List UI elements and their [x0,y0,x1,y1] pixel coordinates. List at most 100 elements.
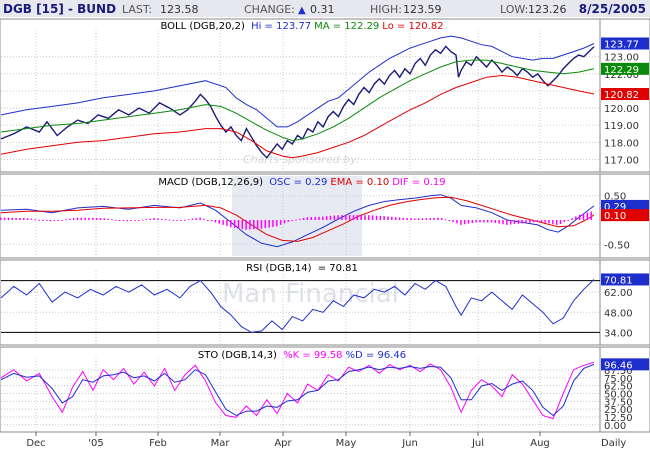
macd-histogram-bar [414,218,416,220]
x-axis-label: Dec [26,438,45,449]
macd-histogram-bar [509,220,512,225]
macd-value-tag-label: 0.10 [604,211,626,222]
macd-histogram-bar [322,216,324,220]
macd-histogram-bar [391,216,393,220]
macd-histogram-bar [230,220,232,228]
macd-histogram-bar [256,220,259,229]
macd-histogram-bar [364,215,366,220]
macd-ytick-label: -0.50 [604,240,630,251]
macd-histogram-bar [226,220,228,227]
macd-histogram-bar [555,220,558,226]
macd-histogram-bar [567,220,569,221]
change-value: 0.31 [310,3,335,16]
x-axis-period-label: Daily [601,438,626,449]
macd-histogram-bar [532,220,535,223]
macd-histogram-bar [203,218,205,220]
x-axis-label: Mar [211,438,231,449]
macd-histogram-bar [141,219,144,221]
x-axis-label: Jul [471,438,484,449]
macd-histogram-bar [310,216,313,220]
macd-histogram-bar [57,220,60,221]
macd-histogram-bar [260,220,263,229]
rsi-legend-entry: = 70.81 [318,263,358,274]
macd-histogram-bar [486,220,489,223]
price-panel-border [0,18,650,173]
macd-histogram-bar [276,220,278,227]
macd-histogram-bar [153,218,155,220]
macd-histogram-bar [38,219,40,221]
macd-histogram-bar [379,215,382,220]
macd-histogram-bar [425,218,428,220]
x-axis-label: Apr [274,438,292,449]
macd-histogram-bar [398,217,401,220]
macd-histogram-bar [575,216,577,220]
macd-histogram-bar [544,220,546,223]
macd-histogram-bar [245,220,247,230]
macd-histogram-bar [65,219,67,221]
macd-histogram-bar [460,220,462,225]
macd-histogram-bar [490,220,493,223]
price-title-line: BOLL (DGB,20,2) Hi = 123.77 MA = 122.29 Lo… [160,21,443,32]
sto-title: STO (DGB,14,3) [198,350,280,361]
macd-histogram-bar [325,216,328,220]
macd-histogram-bar [302,217,305,220]
macd-histogram-bar [122,220,125,221]
macd-histogram-bar [126,220,129,222]
macd-histogram-bar [145,219,148,221]
price-value-tag-label: 123.77 [604,40,639,51]
macd-histogram-bar [222,220,224,225]
macd-histogram-bar [3,217,6,220]
rsi-value-tag-label: 70.81 [604,275,633,286]
macd-histogram-bar [548,220,550,224]
macd-histogram-bar [253,220,255,230]
x-axis: Dec '05 Feb Mar Apr May Jun Jul Aug Daily [0,431,650,449]
macd-histogram-bar [582,213,585,220]
macd-histogram-bar [130,220,132,222]
macd-histogram-bar [337,215,339,220]
macd-histogram-bar [287,220,290,222]
macd-title: MACD (DGB,12,26,9) [158,177,266,188]
macd-histogram-bar [329,215,332,220]
watermark-logo-text: Man Financial [222,279,399,309]
low-label: LOW: [500,3,528,16]
macd-histogram-bar [387,216,389,220]
macd-histogram-bar [502,220,504,225]
macd-histogram-bar [180,220,182,221]
macd-histogram-bar [417,218,420,220]
price-value-tag-label: 120.82 [604,90,639,101]
macd-histogram-bar [559,220,562,225]
macd-histogram-bar [590,211,592,220]
rsi-title-line: RSI (DGB,14) = 70.81 [246,263,358,274]
macd-histogram-bar [345,215,347,220]
macd-histogram-bar [494,220,497,224]
rsi-ytick-label: 48.00 [604,308,633,319]
macd-histogram-bar [440,217,443,220]
last-label: LAST: [122,3,152,16]
price-title: BOLL (DGB,20,2) [160,21,248,32]
price-value-tag-label: 122.29 [604,65,639,76]
macd-histogram-bar [199,217,201,220]
macd-histogram-bar [46,220,48,221]
macd-histogram-bar [134,220,136,221]
high-value: 123.59 [403,3,442,16]
macd-histogram-bar [249,220,251,230]
macd-histogram-bar [456,220,458,224]
macd-histogram-bar [149,218,152,220]
macd-histogram-bar [115,219,117,221]
macd-histogram-bar [118,220,121,221]
macd-histogram-bar [172,219,175,221]
sto-legend-entry: %K = 99.58 [283,350,342,361]
macd-histogram-bar [176,220,178,221]
x-axis-label: Jun [401,438,418,449]
macd-legend-entry: EMA = 0.10 [330,177,389,188]
macd-histogram-bar [471,220,474,224]
macd-histogram-bar [521,220,523,224]
low-value: 123.26 [528,3,567,16]
macd-histogram-bar [299,218,301,220]
macd-histogram-bar [306,217,309,220]
macd-histogram-bar [410,218,412,220]
macd-histogram-bar [586,212,589,220]
macd-histogram-bar [375,215,378,220]
macd-histogram-bar [184,219,186,221]
macd-histogram-bar [463,220,466,225]
